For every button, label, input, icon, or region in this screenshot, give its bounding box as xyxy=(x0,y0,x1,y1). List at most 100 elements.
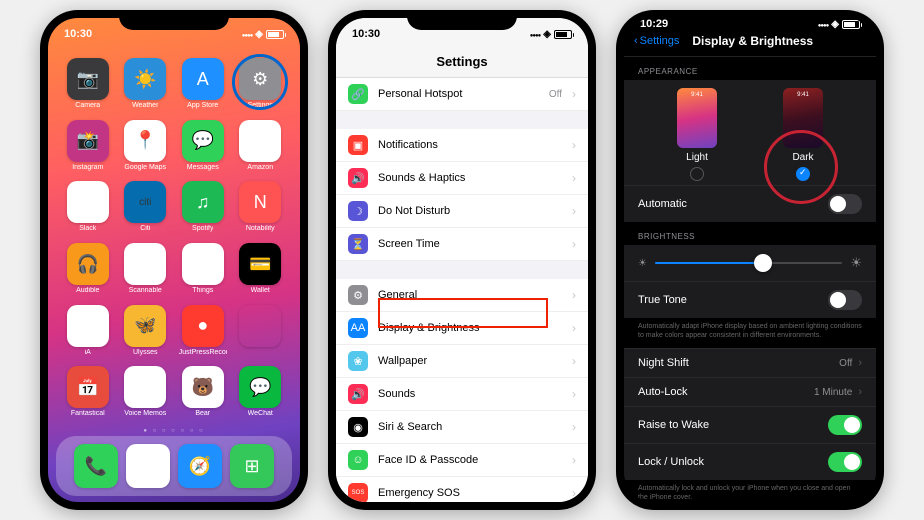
dock-app[interactable]: 📞 xyxy=(74,444,118,488)
dock-app[interactable]: 🧭 xyxy=(178,444,222,488)
settings-row-wallpaper[interactable]: ❀Wallpaper› xyxy=(336,345,588,378)
app-label: Messages xyxy=(187,164,219,171)
settings-row-personal-hotspot[interactable]: 🔗Personal HotspotOff› xyxy=(336,78,588,111)
settings-row-emergency-sos[interactable]: SOSEmergency SOS› xyxy=(336,477,588,502)
app-spotify[interactable]: ♫Spotify xyxy=(177,181,229,233)
app-settings[interactable]: ⚙Settings xyxy=(235,58,287,110)
settings-row-siri-search[interactable]: ◉Siri & Search› xyxy=(336,411,588,444)
notch xyxy=(695,10,805,30)
radio-selected[interactable] xyxy=(796,167,810,181)
automatic-toggle[interactable] xyxy=(828,194,862,214)
true-tone-toggle[interactable] xyxy=(828,290,862,310)
settings-label: Screen Time xyxy=(378,238,562,250)
chevron-right-icon: › xyxy=(572,171,576,185)
app-google-maps[interactable]: 📍Google Maps xyxy=(120,120,172,172)
settings-row-display-brightness[interactable]: AADisplay & Brightness› xyxy=(336,312,588,345)
lock-unlock-toggle[interactable] xyxy=(828,452,862,472)
page-dots[interactable]: ● ○ ○ ○ ○ ○ ○ xyxy=(48,426,300,436)
appearance-dark-option[interactable]: 9:41 Dark xyxy=(783,88,823,181)
app-scannable[interactable]: ⊡Scannable xyxy=(120,243,172,295)
settings-icon: AA xyxy=(348,318,368,338)
app-label: Things xyxy=(192,287,213,294)
settings-label: Display & Brightness xyxy=(378,322,562,334)
app-icon: N xyxy=(239,181,281,223)
night-shift-row[interactable]: Night Shift Off › xyxy=(624,348,876,377)
chevron-right-icon: › xyxy=(858,386,862,398)
automatic-row[interactable]: Automatic xyxy=(624,185,876,222)
app-citi[interactable]: citiCiti xyxy=(120,181,172,233)
app-weather[interactable]: ☀️Weather xyxy=(120,58,172,110)
app-bear[interactable]: 🐻Bear xyxy=(177,366,229,418)
app-things[interactable]: ☑ Things xyxy=(177,243,229,295)
brightness-header: BRIGHTNESS xyxy=(624,222,876,245)
app-camera[interactable]: 📷Camera xyxy=(62,58,114,110)
brightness-slider[interactable] xyxy=(655,262,842,264)
app-icon: iA xyxy=(67,305,109,347)
dock-app[interactable]: ⊞ xyxy=(230,444,274,488)
wifi-icon xyxy=(831,18,839,30)
app-wechat[interactable]: 💬WeChat xyxy=(235,366,287,418)
appearance-light-option[interactable]: 9:41 Light xyxy=(677,88,717,181)
settings-row-do-not-disturb[interactable]: ☽Do Not Disturb› xyxy=(336,195,588,228)
settings-icon: SOS xyxy=(348,483,368,502)
app-instagram[interactable]: 📸Instagram xyxy=(62,120,114,172)
chevron-right-icon: › xyxy=(858,357,862,369)
settings-label: Personal Hotspot xyxy=(378,88,539,100)
true-tone-row[interactable]: True Tone xyxy=(624,281,876,318)
signal-icon xyxy=(818,18,829,30)
app-label: Slack xyxy=(79,225,96,232)
chevron-right-icon: › xyxy=(572,204,576,218)
app-messages[interactable]: 💬Messages xyxy=(177,120,229,172)
app-justpressrecord[interactable]: ●JustPressRecord xyxy=(177,305,229,357)
wifi-icon xyxy=(543,28,551,40)
settings-row-face-id-passcode[interactable]: ☺Face ID & Passcode› xyxy=(336,444,588,477)
app-voice-memos[interactable]: 🎙Voice Memos xyxy=(120,366,172,418)
app-fantastical[interactable]: 📅Fantastical xyxy=(62,366,114,418)
dock-app[interactable]: M xyxy=(126,444,170,488)
notch xyxy=(119,10,229,30)
app-label: Spotify xyxy=(192,225,213,232)
settings-row-sounds-haptics[interactable]: 🔊Sounds & Haptics› xyxy=(336,162,588,195)
settings-table[interactable]: 🔗Personal HotspotOff›▣Notifications›🔊Sou… xyxy=(336,78,588,502)
app-slack[interactable]: ✱ Slack xyxy=(62,181,114,233)
app-icon: ☑ xyxy=(182,243,224,285)
wifi-icon xyxy=(255,28,263,40)
app-app-store[interactable]: AApp Store xyxy=(177,58,229,110)
app-label: Audible xyxy=(76,287,99,294)
appearance-header: APPEARANCE xyxy=(624,57,876,80)
settings-icon: ▣ xyxy=(348,135,368,155)
phone-display-brightness: 10:29 ‹ Settings Display & Brightness AP… xyxy=(616,10,884,510)
app-notability[interactable]: NNotability xyxy=(235,181,287,233)
settings-label: Notifications xyxy=(378,139,562,151)
app-label: Bear xyxy=(195,410,210,417)
chevron-right-icon: › xyxy=(572,486,576,500)
status-time: 10:30 xyxy=(352,28,380,40)
settings-row-notifications[interactable]: ▣Notifications› xyxy=(336,129,588,162)
raise-to-wake-toggle[interactable] xyxy=(828,415,862,435)
app-ulysses[interactable]: 🦋Ulysses xyxy=(120,305,172,357)
app-amazon[interactable]: aAmazon xyxy=(235,120,287,172)
app-icon: 🎙 xyxy=(124,366,166,408)
chevron-right-icon: › xyxy=(572,87,576,101)
app-icon: 📷 xyxy=(67,58,109,100)
lock-unlock-row[interactable]: Lock / Unlock xyxy=(624,443,876,480)
status-time: 10:29 xyxy=(640,18,668,30)
app-icon: a xyxy=(239,120,281,162)
raise-to-wake-row[interactable]: Raise to Wake xyxy=(624,406,876,443)
light-thumbnail: 9:41 xyxy=(677,88,717,148)
dark-thumbnail: 9:41 xyxy=(783,88,823,148)
app-wallet[interactable]: 💳Wallet xyxy=(235,243,287,295)
app-audible[interactable]: 🎧Audible xyxy=(62,243,114,295)
chevron-right-icon: › xyxy=(572,387,576,401)
app-icon: ⊡ xyxy=(124,243,166,285)
settings-row-screen-time[interactable]: ⏳Screen Time› xyxy=(336,228,588,261)
settings-row-sounds[interactable]: 🔊Sounds› xyxy=(336,378,588,411)
auto-lock-row[interactable]: Auto-Lock 1 Minute › xyxy=(624,377,876,406)
settings-row-general[interactable]: ⚙General› xyxy=(336,279,588,312)
app-icon: ✱ xyxy=(67,181,109,223)
app-ia[interactable]: iAiA xyxy=(62,305,114,357)
app-icon xyxy=(239,305,281,347)
nav-title: Display & Brightness xyxy=(639,34,866,48)
app-icon: 📍 xyxy=(124,120,166,162)
radio-unselected[interactable] xyxy=(690,167,704,181)
